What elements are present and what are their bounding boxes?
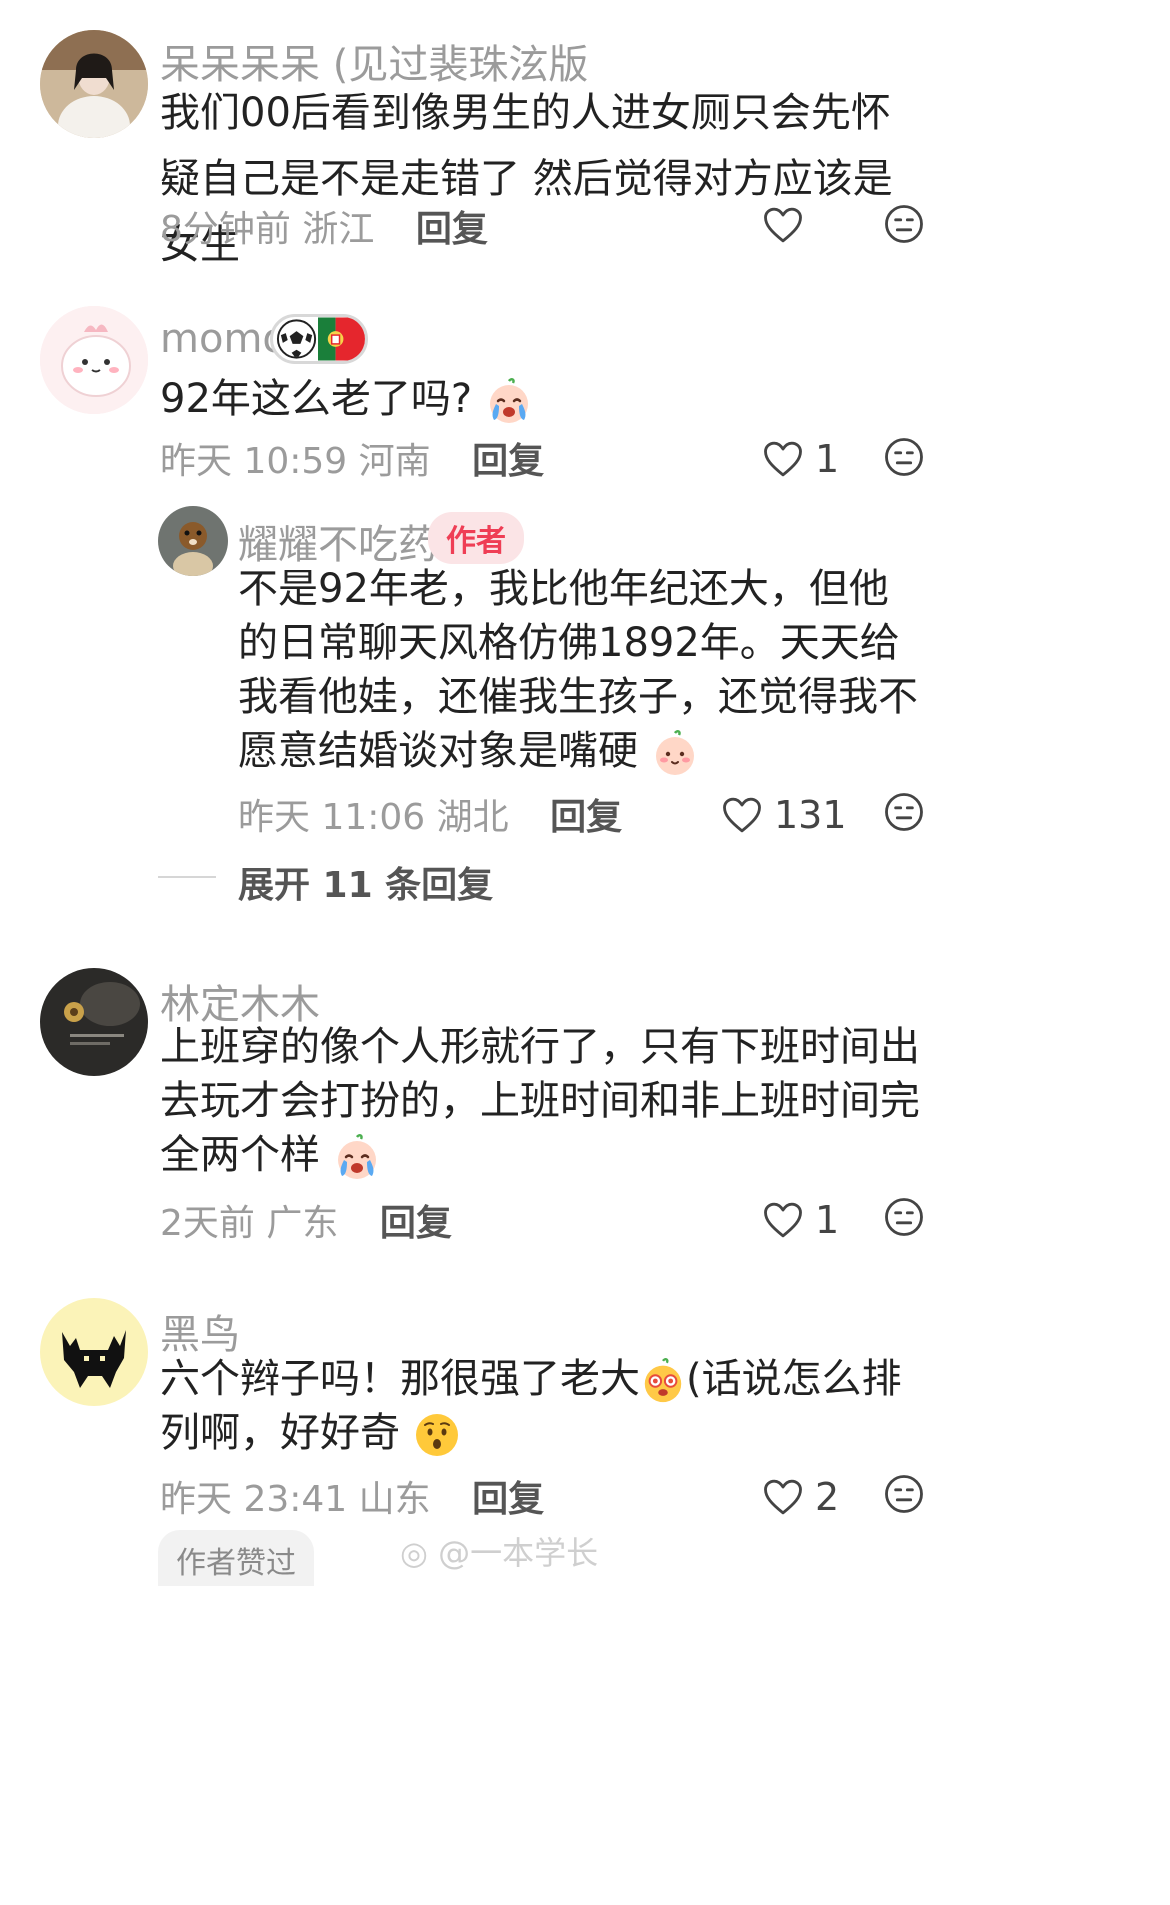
author-badge: 作者 xyxy=(428,512,524,564)
reply-button[interactable]: 回复 xyxy=(472,1479,544,1520)
avatar[interactable] xyxy=(40,968,148,1076)
neutral-face-icon xyxy=(884,437,924,477)
neutral-face-icon xyxy=(884,204,924,244)
comment-meta: 昨天 23:41 山东 回复 xyxy=(160,1470,544,1522)
star-eyes-face-emoji xyxy=(640,1358,686,1404)
comment-text-part: 六个辫子吗！那很强了老大 xyxy=(160,1356,640,1402)
neutral-face-icon xyxy=(884,1197,924,1237)
like-button[interactable]: 2 xyxy=(763,1475,839,1519)
comment-meta: 8分钟前 浙江 回复 xyxy=(160,200,488,252)
like-count: 1 xyxy=(815,437,840,481)
heart-icon xyxy=(763,1201,803,1239)
comment-text-content: 92年这么老了吗? xyxy=(160,376,473,422)
avatar-image xyxy=(40,968,148,1076)
avatar-image xyxy=(40,30,148,138)
comment-time: 昨天 10:59 xyxy=(160,441,348,482)
portugal-flag-icon xyxy=(318,317,365,361)
expand-divider xyxy=(158,876,216,878)
reply-location: 湖北 xyxy=(436,797,509,838)
reply-meta: 昨天 11:06 湖北 回复 xyxy=(238,788,622,840)
watermark: ◎ @一本学长 xyxy=(400,1528,598,1574)
avatar[interactable] xyxy=(158,506,228,576)
smiling-face-emoji xyxy=(651,729,699,777)
comment-meta: 昨天 10:59 河南 回复 xyxy=(160,432,544,484)
comment-text: 92年这么老了吗? xyxy=(160,366,930,432)
dislike-button[interactable] xyxy=(884,1474,924,1518)
reply-button[interactable]: 回复 xyxy=(472,441,544,482)
expand-replies-button[interactable]: 展开 11 条回复 xyxy=(238,856,493,908)
avatar-image xyxy=(40,306,148,414)
comment-location: 广东 xyxy=(266,1203,339,1244)
neutral-face-icon xyxy=(884,792,924,832)
avatar[interactable] xyxy=(40,306,148,414)
neutral-face-icon xyxy=(884,1474,924,1514)
comment-text: 上班穿的像个人形就行了，只有下班时间出去玩才会打扮的，上班时间和非上班时间完全两… xyxy=(160,1020,920,1182)
crying-face-emoji xyxy=(333,1133,381,1181)
comment-location: 河南 xyxy=(358,441,431,482)
comment-text: 六个辫子吗！那很强了老大 (话说怎么排列啊，好好奇 xyxy=(160,1352,920,1460)
like-button[interactable]: 1 xyxy=(763,1198,839,1242)
reply-button[interactable]: 回复 xyxy=(416,209,488,250)
like-button[interactable]: 131 xyxy=(722,793,847,837)
like-button[interactable]: 1 xyxy=(763,437,839,481)
reply-text: 不是92年老，我比他年纪还大，但他的日常聊天风格仿佛1892年。天天给我看他娃，… xyxy=(238,562,928,778)
heart-icon xyxy=(763,1478,803,1516)
dislike-button[interactable] xyxy=(884,1197,924,1241)
comment-time: 昨天 23:41 xyxy=(160,1479,348,1520)
soccer-ball-icon xyxy=(276,319,317,359)
dislike-button[interactable] xyxy=(884,204,924,248)
author-liked-tag: 作者赞过 xyxy=(158,1530,314,1586)
comment-location: 浙江 xyxy=(302,209,375,250)
surprised-face-emoji xyxy=(413,1411,461,1459)
comment-time: 8分钟前 xyxy=(160,209,291,250)
like-count: 1 xyxy=(815,1198,840,1242)
crying-face-emoji xyxy=(485,377,533,425)
avatar[interactable] xyxy=(40,1298,148,1406)
comment-location: 山东 xyxy=(358,1479,431,1520)
avatar-image xyxy=(40,1298,148,1406)
like-button[interactable] xyxy=(763,206,815,244)
heart-icon xyxy=(763,206,803,244)
fan-badge xyxy=(270,314,368,364)
weibo-logo-icon: ◎ xyxy=(400,1534,428,1572)
reply-button[interactable]: 回复 xyxy=(380,1203,452,1244)
avatar[interactable] xyxy=(40,30,148,138)
comment-time: 2天前 xyxy=(160,1203,255,1244)
comment-text-content: 上班穿的像个人形就行了，只有下班时间出去玩才会打扮的，上班时间和非上班时间完全两… xyxy=(160,1024,920,1178)
comment-meta: 2天前 广东 回复 xyxy=(160,1194,452,1246)
username[interactable]: momo xyxy=(160,316,287,362)
dislike-button[interactable] xyxy=(884,437,924,481)
watermark-text: @一本学长 xyxy=(438,1534,599,1572)
reply-button[interactable]: 回复 xyxy=(550,797,622,838)
dislike-button[interactable] xyxy=(884,792,924,836)
like-count: 131 xyxy=(774,793,847,837)
reply-time: 昨天 11:06 xyxy=(238,797,426,838)
reply-text-content: 不是92年老，我比他年纪还大，但他的日常聊天风格仿佛1892年。天天给我看他娃，… xyxy=(238,566,918,774)
heart-icon xyxy=(722,796,762,834)
heart-icon xyxy=(763,440,803,478)
like-count: 2 xyxy=(815,1475,840,1519)
avatar-image xyxy=(158,506,228,576)
